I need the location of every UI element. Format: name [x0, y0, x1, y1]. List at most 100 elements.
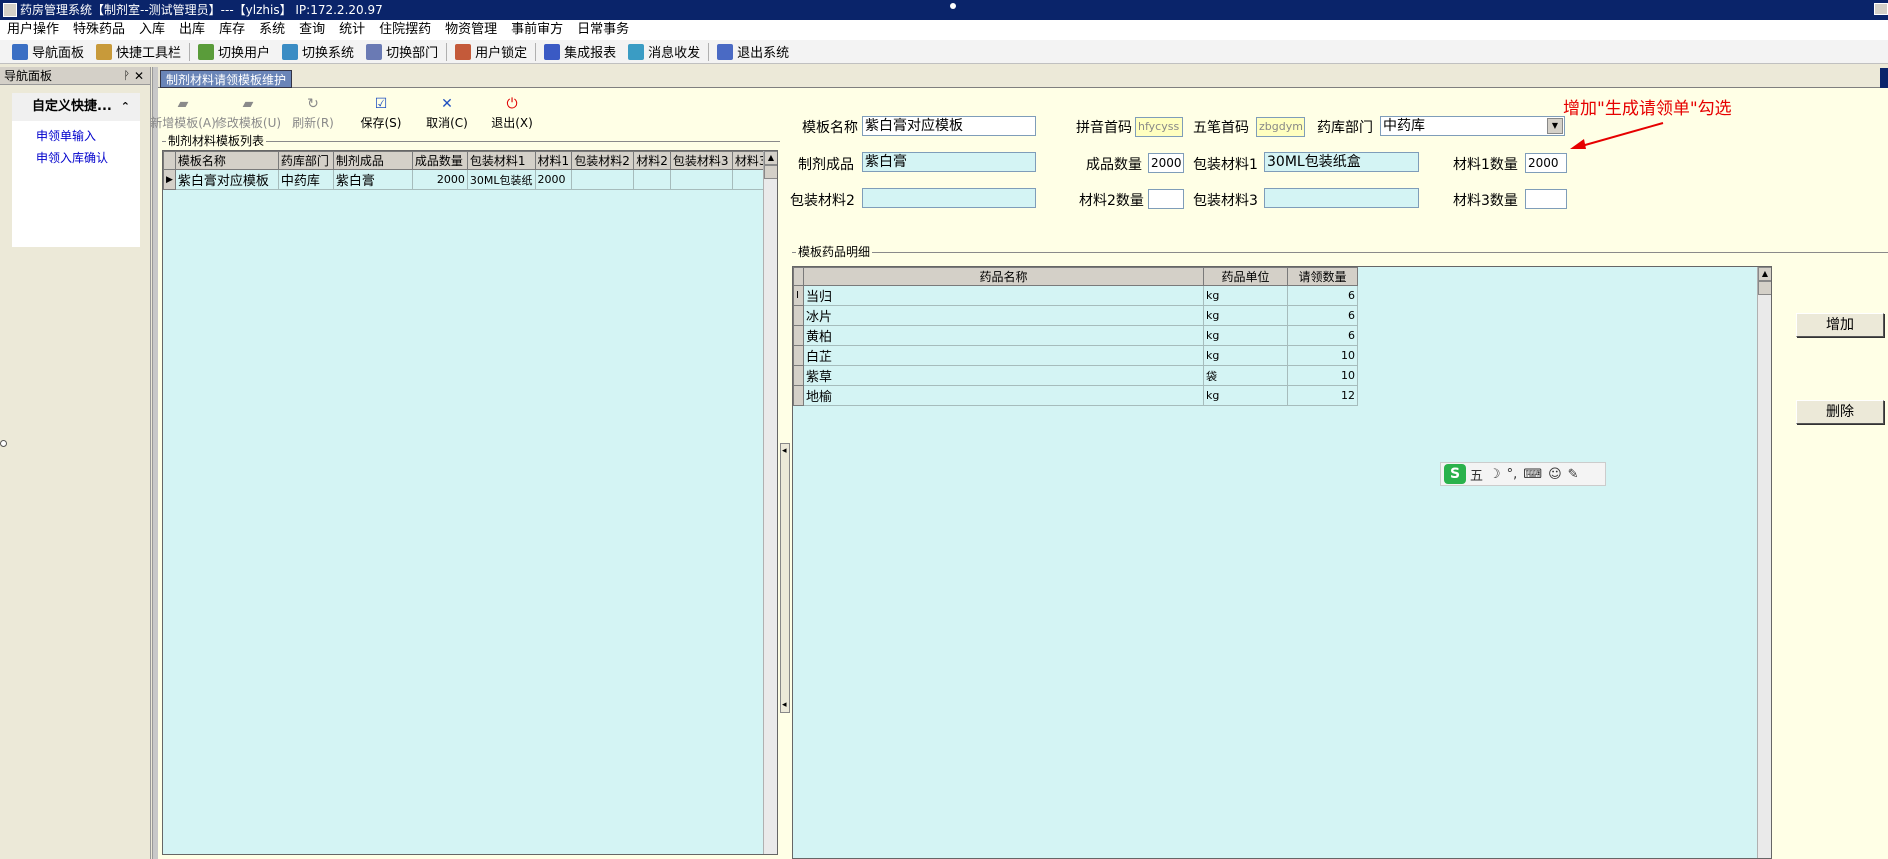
scroll-up-icon[interactable]: ▲ — [1758, 267, 1771, 281]
template-list-scrollbar[interactable]: ▲ — [763, 151, 777, 854]
toolbar-button[interactable]: 退出系统 — [711, 41, 795, 63]
cell-qty[interactable]: 6 — [1287, 285, 1358, 306]
table-row[interactable]: I 当归 kg 6 — [793, 285, 1358, 306]
menu-item[interactable]: 物资管理 — [438, 20, 504, 40]
menu-item[interactable]: 统计 — [332, 20, 372, 40]
menu-item[interactable]: 用户操作 — [0, 20, 66, 40]
menu-item[interactable]: 特殊药品 — [66, 20, 132, 40]
cell-drug-name[interactable]: 紫草 — [803, 365, 1204, 386]
cell-unit[interactable]: kg — [1203, 385, 1288, 406]
cell-pack2[interactable] — [571, 169, 635, 190]
pack2-qty-field[interactable] — [1148, 189, 1184, 209]
column-header[interactable]: 材料1 — [534, 151, 573, 170]
ime-toolbar[interactable]: S 五 ☽ °, ⌨ ☺ ✎ — [1440, 462, 1606, 486]
scroll-up-icon[interactable]: ▲ — [764, 151, 777, 165]
column-header[interactable]: 包装材料1 — [466, 151, 536, 170]
table-row[interactable]: 紫草袋 10 — [793, 365, 1358, 386]
chevron-down-icon[interactable]: ▼ — [1547, 118, 1563, 134]
toolbar-button[interactable]: 消息收发 — [622, 41, 706, 63]
cell-unit[interactable]: kg — [1203, 285, 1288, 306]
shortcut-section-header[interactable]: 自定义快捷... ⌃ — [12, 93, 140, 121]
table-row[interactable]: 冰片 kg 6 — [793, 305, 1358, 326]
toolbar-button[interactable]: 导航面板 — [6, 41, 90, 63]
action-button[interactable]: ☑ 保存(S) — [346, 96, 416, 131]
menu-item[interactable]: 库存 — [212, 20, 252, 40]
table-row[interactable]: ▶ 紫白膏对应模板 中药库 紫白膏 2000 30ML包装纸 2000 — [163, 169, 770, 190]
template-list-grid[interactable]: 模板名称 药库部门 制剂成品 成品数量 包装材料1 材料1 包装材料2 材料2 … — [162, 150, 778, 855]
pack3-field[interactable] — [1264, 188, 1419, 208]
action-button[interactable]: ✕ 取消(C) — [412, 96, 482, 131]
collapse-left-icon[interactable]: ◂ — [782, 700, 787, 710]
cell-drug-name[interactable]: 白芷 — [803, 345, 1204, 366]
moon-icon[interactable]: ☽ — [1489, 467, 1501, 482]
product-field[interactable]: 紫白膏 — [862, 152, 1036, 172]
pack1-field[interactable]: 30ML包装纸盒 — [1264, 152, 1419, 172]
cell-drug-name[interactable]: 地榆 — [803, 385, 1204, 406]
cell-product-qty[interactable]: 2000 — [411, 169, 468, 190]
minimize-button[interactable] — [1874, 3, 1888, 15]
detail-scrollbar[interactable]: ▲ — [1757, 267, 1771, 858]
column-header[interactable]: 成品数量 — [411, 151, 468, 170]
cell-unit[interactable]: 袋 — [1203, 365, 1288, 386]
column-header[interactable]: 包装材料2 — [571, 151, 635, 170]
menu-item[interactable]: 出库 — [172, 20, 212, 40]
action-button[interactable]: ▰ 新增模板(A) — [148, 96, 218, 131]
column-header[interactable]: 药品单位 — [1203, 267, 1288, 286]
column-header[interactable]: 制剂成品 — [332, 151, 413, 170]
left-edge-handle[interactable] — [0, 440, 7, 447]
table-row[interactable]: 白芷 kg 10 — [793, 345, 1358, 366]
toolbar-button[interactable]: 用户锁定 — [449, 41, 533, 63]
column-header[interactable]: 包装材料3 — [669, 151, 733, 170]
cell-qty[interactable]: 10 — [1287, 345, 1358, 366]
nav-link-apply-input[interactable]: 申领单输入 — [12, 125, 140, 147]
cell-drug-name[interactable]: 黄柏 — [803, 325, 1204, 346]
wrench-icon[interactable]: ✎ — [1568, 467, 1579, 482]
toolbar-button[interactable]: 切换系统 — [276, 41, 360, 63]
column-header[interactable]: 请领数量 — [1287, 267, 1358, 286]
cell-pack1[interactable]: 30ML包装纸 — [466, 169, 536, 190]
detail-grid[interactable]: 药品名称 药品单位 请领数量 I 当归 kg 6 冰片 kg 6 黄柏 kg 6 白芷 kg 10 紫草袋… — [792, 266, 1772, 859]
close-icon[interactable]: ✕ — [134, 67, 144, 85]
toolbar-button[interactable]: 切换用户 — [192, 41, 276, 63]
cell-qty[interactable]: 6 — [1287, 305, 1358, 326]
cell-product[interactable]: 紫白膏 — [332, 169, 413, 190]
toolbar-button[interactable]: 快捷工具栏 — [90, 41, 187, 63]
cell-qty[interactable]: 10 — [1287, 365, 1358, 386]
table-row[interactable]: 地榆 kg 12 — [793, 385, 1358, 406]
pack3-qty-field[interactable] — [1525, 189, 1567, 209]
cell-pack1-qty[interactable]: 2000 — [534, 169, 573, 190]
punctuation-icon[interactable]: °, — [1507, 467, 1518, 482]
cell-unit[interactable]: kg — [1203, 325, 1288, 346]
scroll-thumb[interactable] — [1758, 281, 1771, 295]
product-qty-field[interactable]: 2000 — [1148, 153, 1184, 173]
delete-button[interactable]: 删除 — [1796, 400, 1884, 424]
action-button[interactable]: ↻ 刷新(R) — [278, 96, 348, 131]
cell-drug-name[interactable]: 冰片 — [803, 305, 1204, 326]
cell-drug-name[interactable]: 当归 — [803, 285, 1204, 306]
pinyin-field[interactable]: hfycyss — [1135, 117, 1183, 137]
panel-splitter[interactable]: ◂ ◂ — [780, 443, 790, 713]
pack1-qty-field[interactable]: 2000 — [1525, 153, 1567, 173]
cell-pack3[interactable] — [669, 169, 733, 190]
pack2-field[interactable] — [862, 188, 1036, 208]
toolbar-button[interactable]: 集成报表 — [538, 41, 622, 63]
action-button[interactable]: ▰ 修改模板(U) — [213, 96, 283, 131]
collapse-chevron-icon[interactable]: ⌃ — [121, 93, 130, 121]
cell-unit[interactable]: kg — [1203, 345, 1288, 366]
menu-item[interactable]: 查询 — [292, 20, 332, 40]
cell-dept[interactable]: 中药库 — [277, 169, 334, 190]
column-header[interactable]: 药品名称 — [803, 267, 1204, 286]
keyboard-icon[interactable]: ⌨ — [1523, 467, 1542, 482]
pin-icon[interactable]: ᚹ — [123, 67, 130, 85]
cell-unit[interactable]: kg — [1203, 305, 1288, 326]
nav-link-apply-confirm[interactable]: 申领入库确认 — [12, 147, 140, 169]
sogou-logo-icon[interactable]: S — [1444, 464, 1466, 484]
menu-item[interactable]: 入库 — [132, 20, 172, 40]
cell-qty[interactable]: 6 — [1287, 325, 1358, 346]
ime-mode-label[interactable]: 五 — [1470, 465, 1483, 484]
column-header[interactable]: 材料2 — [633, 151, 671, 170]
user-icon[interactable]: ☺ — [1548, 467, 1562, 482]
cell-qty[interactable]: 12 — [1287, 385, 1358, 406]
toolbar-button[interactable]: 切换部门 — [360, 41, 444, 63]
column-header[interactable]: 药库部门 — [277, 151, 334, 170]
